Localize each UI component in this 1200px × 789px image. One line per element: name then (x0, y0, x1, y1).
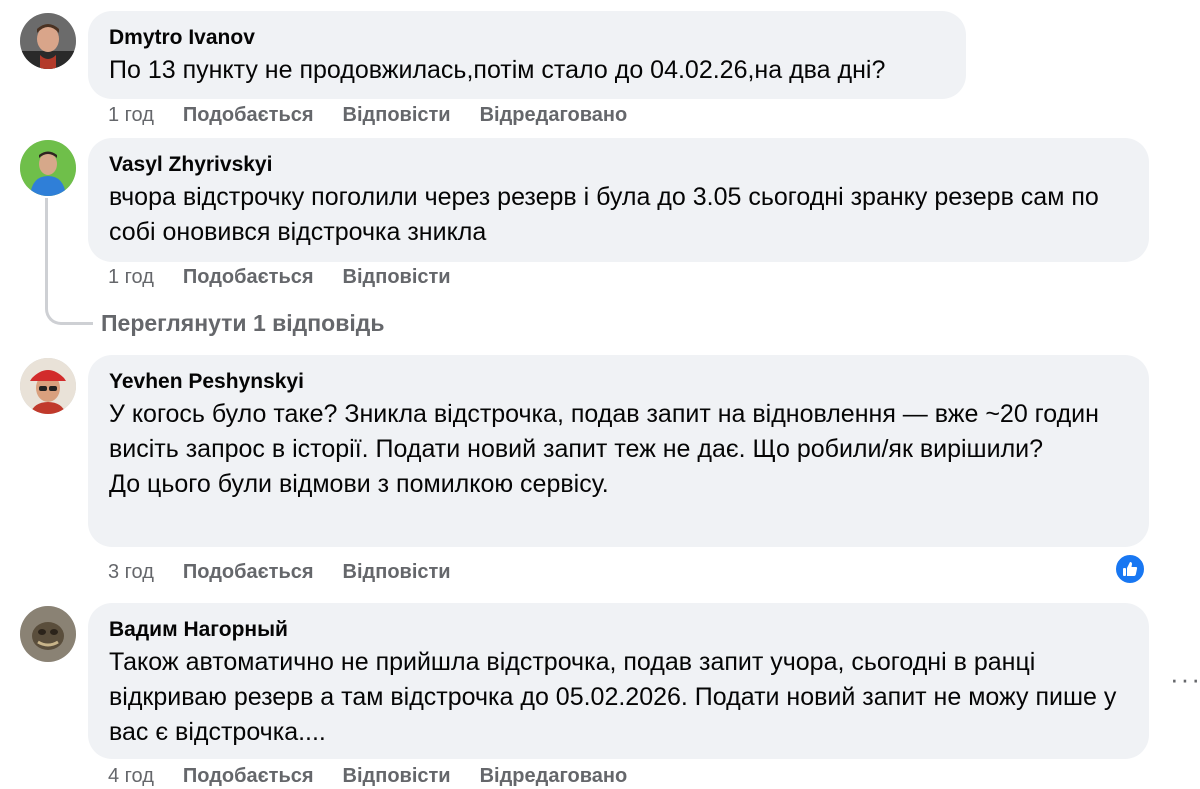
edited-label: Відредаговано (479, 765, 628, 787)
comment-time[interactable]: 1 год (108, 266, 154, 289)
comment-time[interactable]: 3 год (108, 561, 154, 584)
comment-author[interactable]: Dmytro Ivanov (109, 25, 945, 51)
comment-text: У когось було таке? Зникла відстрочка, п… (109, 400, 1099, 498)
more-options-icon[interactable]: ··· (1170, 664, 1200, 695)
avatar[interactable] (20, 13, 76, 69)
comment-time[interactable]: 1 год (108, 104, 154, 127)
like-button[interactable]: Подобається (183, 104, 314, 127)
edited-label: Відредаговано (479, 104, 628, 126)
comment-text: По 13 пункту не продовжилась,потім стало… (109, 56, 886, 84)
comment-actions: 1 год Подобається Відповісти Відредагова… (108, 104, 627, 127)
reply-button[interactable]: Відповісти (343, 266, 451, 289)
comment-bubble: Yevhen Peshynskyi У когось було таке? Зн… (88, 355, 1149, 547)
comment-author[interactable]: Yevhen Peshynskyi (109, 369, 1128, 395)
comment-text: вчора відстрочку поголили через резерв і… (109, 183, 1099, 246)
comment-time[interactable]: 4 год (108, 765, 154, 788)
thread-line (45, 198, 93, 325)
like-button[interactable]: Подобається (183, 266, 314, 289)
avatar[interactable] (20, 358, 76, 414)
reply-button[interactable]: Відповісти (343, 104, 451, 127)
comment-actions: 1 год Подобається Відповісти (108, 266, 451, 289)
like-button[interactable]: Подобається (183, 561, 314, 584)
comment-author[interactable]: Vasyl Zhyrivskyi (109, 152, 1128, 178)
comment-actions: 3 год Подобається Відповісти (108, 561, 451, 584)
avatar[interactable] (20, 606, 76, 662)
reply-button[interactable]: Відповісти (343, 561, 451, 584)
view-replies-link[interactable]: Переглянути 1 відповідь (101, 310, 384, 337)
comment-actions: 4 год Подобається Відповісти Відредагова… (108, 765, 627, 788)
comment-bubble: Вадим Нагорный Також автоматично не прий… (88, 603, 1149, 759)
comment-text: Також автоматично не прийшла відстрочка,… (109, 648, 1117, 746)
reply-button[interactable]: Відповісти (343, 765, 451, 788)
comment-bubble: Dmytro Ivanov По 13 пункту не продовжила… (88, 11, 966, 99)
like-button[interactable]: Подобається (183, 765, 314, 788)
like-reaction-icon[interactable] (1114, 553, 1146, 585)
avatar[interactable] (20, 140, 76, 196)
comment-author[interactable]: Вадим Нагорный (109, 617, 1128, 643)
comment-bubble: Vasyl Zhyrivskyi вчора відстрочку поголи… (88, 138, 1149, 262)
